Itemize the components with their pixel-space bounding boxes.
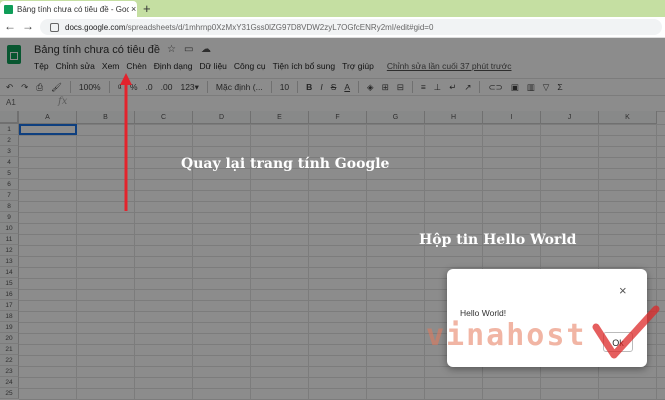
new-tab-button[interactable]: + [143, 1, 151, 16]
annotation-hello-dialog: Hộp tin Hello World [419, 232, 577, 248]
tab-close-icon[interactable]: × [131, 4, 136, 14]
annotation-arrow [120, 73, 132, 211]
lock-icon [50, 22, 59, 32]
back-button[interactable]: ← [4, 19, 16, 33]
tab-title: Bảng tính chưa có tiêu đề - Goo [17, 4, 129, 14]
vinahost-watermark: vinahost [426, 318, 587, 353]
dialog-message: Hello World! [460, 308, 507, 318]
close-icon[interactable]: × [619, 283, 627, 298]
annotation-back-to-sheet: Quay lại trang tính Google [181, 156, 390, 172]
url-text: docs.google.com/spreadsheets/d/1mhrnp0Xz… [65, 23, 433, 32]
url-host: docs.google.com [65, 22, 126, 32]
forward-button[interactable]: → [22, 19, 34, 33]
arrow-head [120, 73, 132, 85]
sheets-favicon-icon [4, 4, 13, 14]
browser-tab-strip: Bảng tính chưa có tiêu đề - Goo × + [0, 0, 665, 17]
url-input[interactable]: docs.google.com/spreadsheets/d/1mhrnp0Xz… [40, 19, 662, 35]
url-path: /spreadsheets/d/1mhrnp0XzMxY31Gss0lZG97D… [125, 22, 434, 32]
watermark-check-icon [592, 305, 660, 359]
address-bar: ← → docs.google.com/spreadsheets/d/1mhrn… [0, 17, 665, 38]
browser-tab[interactable]: Bảng tính chưa có tiêu đề - Goo × [0, 1, 137, 17]
